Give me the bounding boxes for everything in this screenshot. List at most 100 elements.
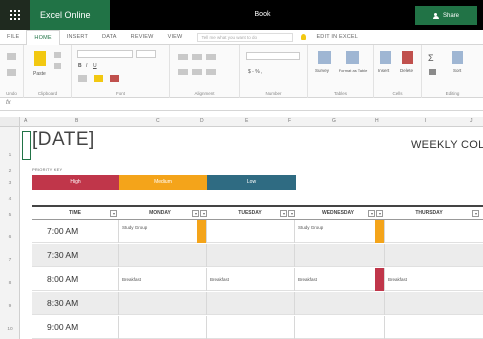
tell-me-input[interactable]: Tell me what you want to do [197, 33, 294, 42]
row-header-10[interactable]: 10 [0, 327, 20, 332]
fill-color-icon[interactable] [94, 75, 103, 82]
format-as-table-icon[interactable] [346, 51, 359, 64]
delete-label[interactable]: Delete [400, 68, 413, 73]
wrap-text-icon[interactable] [206, 54, 216, 60]
sheet-title[interactable]: WEEKLY COL [411, 139, 483, 151]
row-header-2[interactable]: 2 [0, 169, 20, 174]
paste-label[interactable]: Paste [33, 71, 46, 77]
format-as-table-label[interactable]: Format as Table [338, 68, 368, 73]
filter-dropdown-icon[interactable] [110, 210, 117, 217]
sort-filter-icon[interactable] [452, 51, 463, 64]
priority-high[interactable]: High [32, 175, 119, 190]
event-cell[interactable]: Breakfast [294, 268, 382, 291]
date-cell[interactable]: [DATE] [32, 129, 95, 151]
priority-low[interactable]: Low [207, 175, 296, 190]
font-name-dropdown[interactable] [77, 50, 133, 58]
event-cell[interactable]: Study Group [118, 220, 206, 243]
filter-dropdown-icon[interactable] [376, 210, 383, 217]
event-cell[interactable] [294, 316, 382, 339]
event-cell[interactable] [118, 244, 206, 267]
event-cell[interactable] [294, 244, 382, 267]
priority-medium[interactable]: Medium [119, 175, 207, 190]
col-header-i[interactable]: I [425, 118, 426, 124]
insert-cells-icon[interactable] [380, 51, 391, 64]
event-cell[interactable] [294, 292, 382, 315]
number-format-dropdown[interactable] [246, 52, 300, 60]
col-header-d[interactable]: D [200, 118, 204, 124]
col-header-c[interactable]: C [156, 118, 160, 124]
time-cell[interactable]: 9:00 AM [47, 316, 78, 339]
time-cell[interactable]: 8:30 AM [47, 292, 78, 315]
col-header-h[interactable]: H [375, 118, 379, 124]
autosum-icon[interactable]: Σ [428, 53, 434, 63]
col-header-a[interactable]: A [24, 118, 27, 124]
insert-label[interactable]: Insert [378, 68, 389, 73]
header-thursday[interactable]: THURSDAY [388, 207, 470, 220]
col-header-g[interactable]: G [332, 118, 336, 124]
tab-data[interactable]: DATA [95, 30, 124, 44]
formula-bar[interactable]: fx [0, 98, 483, 111]
underline-icon[interactable]: U [93, 63, 97, 69]
event-cell[interactable]: Breakfast [118, 268, 206, 291]
undo-icon[interactable] [7, 53, 16, 60]
row-header-3[interactable]: 3 [0, 181, 20, 186]
row-header-1[interactable]: 1 [0, 153, 20, 158]
filter-dropdown-icon[interactable] [368, 210, 375, 217]
align-center-icon[interactable] [192, 69, 202, 75]
redo-icon[interactable] [7, 69, 16, 76]
merge-icon[interactable] [206, 69, 216, 75]
borders-icon[interactable] [78, 75, 87, 82]
time-cell[interactable]: 7:30 AM [47, 244, 78, 267]
row-header-7[interactable]: 7 [0, 258, 20, 263]
select-all-corner[interactable] [0, 117, 20, 127]
app-launcher-button[interactable] [0, 0, 30, 30]
header-time[interactable]: TIME [32, 207, 118, 220]
sort-label[interactable]: Sort [453, 68, 461, 73]
row-header-9[interactable]: 9 [0, 304, 20, 309]
col-header-f[interactable]: F [288, 118, 291, 124]
event-cell[interactable] [206, 292, 294, 315]
col-header-j[interactable]: J [470, 118, 473, 124]
header-wednesday[interactable]: WEDNESDAY [298, 207, 378, 220]
time-cell[interactable]: 7:00 AM [47, 220, 78, 243]
time-cell[interactable]: 8:00 AM [47, 268, 78, 291]
filter-dropdown-icon[interactable] [288, 210, 295, 217]
header-tuesday[interactable]: TUESDAY [210, 207, 290, 220]
event-cell[interactable] [384, 244, 482, 267]
tab-review[interactable]: REVIEW [124, 30, 161, 44]
tab-view[interactable]: VIEW [161, 30, 190, 44]
app-name[interactable]: Excel Online [30, 0, 110, 30]
paste-icon[interactable] [34, 51, 46, 66]
event-cell[interactable] [118, 292, 206, 315]
italic-icon[interactable]: I [86, 63, 87, 69]
cut-icon[interactable] [54, 52, 61, 58]
survey-label[interactable]: Survey [315, 68, 329, 73]
tab-home[interactable]: HOME [26, 30, 60, 46]
header-monday[interactable]: MONDAY [122, 207, 198, 220]
edit-in-excel-button[interactable]: EDIT IN EXCEL [309, 30, 365, 44]
tab-insert[interactable]: INSERT [60, 30, 95, 44]
filter-dropdown-icon[interactable] [200, 210, 207, 217]
filter-dropdown-icon[interactable] [280, 210, 287, 217]
delete-cells-icon[interactable] [402, 51, 413, 64]
filter-dropdown-icon[interactable] [472, 210, 479, 217]
event-cell[interactable] [206, 316, 294, 339]
row-header-5[interactable]: 5 [0, 213, 20, 218]
event-cell[interactable]: Breakfast [206, 268, 294, 291]
col-header-b[interactable]: B [75, 118, 78, 124]
clear-icon[interactable] [429, 69, 436, 75]
align-left-icon[interactable] [178, 69, 188, 75]
event-cell[interactable] [206, 220, 294, 243]
active-cell-cursor[interactable] [22, 131, 31, 160]
bold-icon[interactable]: B [78, 63, 82, 69]
number-format-buttons[interactable]: $ - % , [248, 69, 262, 75]
font-size-dropdown[interactable] [136, 50, 156, 58]
event-cell[interactable] [384, 220, 482, 243]
event-cell[interactable] [118, 316, 206, 339]
share-button[interactable]: Share [415, 6, 477, 25]
filter-dropdown-icon[interactable] [192, 210, 199, 217]
document-title[interactable]: Book [110, 0, 415, 30]
event-cell[interactable]: Study Group [294, 220, 382, 243]
align-top-icon[interactable] [178, 54, 188, 60]
copy-icon[interactable] [54, 63, 61, 69]
